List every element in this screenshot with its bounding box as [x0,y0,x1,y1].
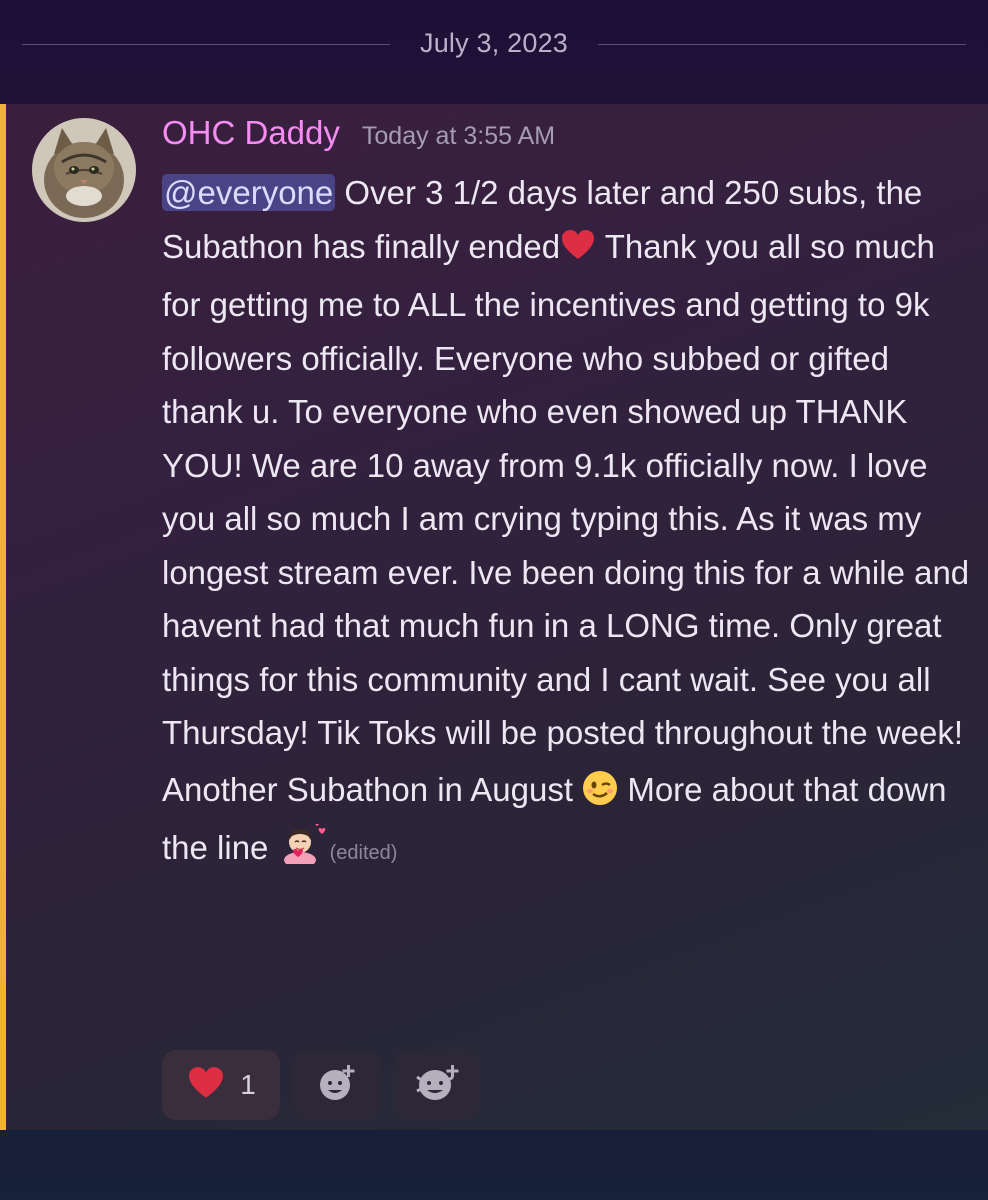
winking-face-icon [582,768,618,822]
edited-label: (edited) [329,842,398,864]
divider-line-left [22,44,390,45]
reaction-red-heart[interactable]: 1 [162,1050,280,1120]
add-super-reaction-icon [413,1061,461,1110]
message-timestamp[interactable]: Today at 3:55 AM [362,122,555,151]
message[interactable]: OHC Daddy Today at 3:55 AM @everyone Ove… [0,104,988,1130]
red-heart-icon [186,1064,226,1107]
avatar[interactable] [32,118,136,222]
add-reaction-icon [315,1061,359,1110]
divider-line-right [598,44,966,45]
date-divider-label: July 3, 2023 [420,28,568,58]
message-paragraph-2: Another Subathon in August More about th… [162,763,972,881]
add-super-reaction-button[interactable] [394,1050,480,1120]
red-heart-icon [560,225,596,279]
message-header: OHC Daddy Today at 3:55 AM [162,114,972,166]
message-text-3: Another Subathon in August [162,770,583,808]
person-with-hearts-icon [278,823,330,880]
date-divider: July 3, 2023 [0,0,988,104]
add-reaction-button[interactable] [294,1050,380,1120]
message-content: OHC Daddy Today at 3:55 AM @everyone Ove… [162,114,972,881]
message-paragraph-1: @everyone Over 3 1/2 days later and 250 … [162,166,972,760]
mention-everyone[interactable]: @everyone [162,174,336,211]
message-text-2: Thank you all so much for getting me to … [162,227,979,752]
reaction-count: 1 [240,1069,256,1100]
author-name[interactable]: OHC Daddy [162,114,340,152]
reactions-bar: 1 [162,1050,480,1120]
